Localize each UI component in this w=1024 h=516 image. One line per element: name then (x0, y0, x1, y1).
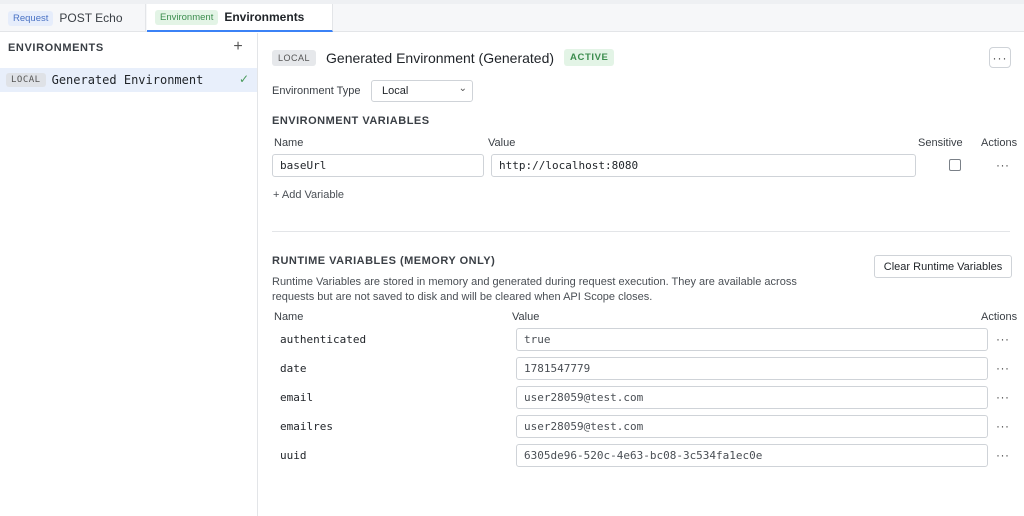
column-header-name: Name (274, 137, 304, 149)
environment-editor: LOCAL Generated Environment (Generated) … (259, 33, 1024, 516)
local-badge: LOCAL (272, 49, 317, 66)
runtime-variable-value: 1781547779 (516, 357, 988, 380)
add-environment-icon[interactable]: + (230, 38, 246, 56)
environment-variables-title: ENVIRONMENT VARIABLES (272, 115, 430, 127)
runtime-description: Runtime Variables are stored in memory a… (272, 276, 797, 303)
row-actions-icon[interactable]: ··· (996, 448, 1010, 462)
tab-environments[interactable]: Environment Environments (147, 4, 333, 32)
tab-label: POST Echo (59, 11, 123, 25)
sidebar-header: ENVIRONMENTS (8, 42, 104, 54)
environment-name: Generated Environment (51, 73, 204, 87)
column-header-value: Value (512, 311, 540, 323)
sidebar: ENVIRONMENTS + LOCAL Generated Environme… (0, 33, 258, 516)
runtime-variable-name: emailres (280, 420, 333, 433)
runtime-variable-name: authenticated (280, 333, 367, 346)
runtime-variable-name: date (280, 362, 307, 375)
column-header-actions: Actions (981, 311, 1018, 323)
runtime-variable-value: true (516, 328, 988, 351)
environment-badge: Environment (155, 9, 219, 25)
local-badge: LOCAL (6, 73, 46, 87)
more-options-button[interactable]: ··· (989, 47, 1011, 68)
runtime-variables-title: RUNTIME VARIABLES (MEMORY ONLY) (272, 255, 496, 267)
environment-type-label: Environment Type (272, 85, 361, 97)
row-actions-icon[interactable]: ··· (996, 332, 1010, 346)
variable-name-input[interactable]: baseUrl (272, 154, 484, 177)
title-row: LOCAL Generated Environment (Generated) … (272, 49, 615, 66)
check-icon: ✓ (238, 72, 249, 86)
chevron-down-icon: ⌄ (458, 83, 467, 94)
environment-type-value: Local (382, 85, 409, 97)
variable-value-input[interactable]: http://localhost:8080 (491, 154, 916, 177)
tab-post-echo[interactable]: Request POST Echo (0, 4, 146, 32)
runtime-variable-value: user28059@test.com (516, 415, 988, 438)
column-header-value: Value (488, 137, 516, 149)
column-header-actions: Actions (981, 137, 1018, 149)
sensitive-checkbox[interactable] (949, 159, 961, 171)
environment-type-select[interactable]: Local ⌄ (371, 80, 473, 102)
status-badge: ACTIVE (564, 49, 615, 66)
row-actions-icon[interactable]: ··· (996, 390, 1010, 404)
page-title: Generated Environment (Generated) (326, 49, 555, 66)
request-badge: Request (8, 10, 54, 26)
row-actions-icon[interactable]: ··· (996, 419, 1010, 433)
column-header-name: Name (274, 311, 304, 323)
tab-label: Environments (224, 10, 305, 24)
sidebar-item-generated-environment[interactable]: LOCAL Generated Environment ✓ (0, 68, 257, 92)
column-header-sensitive: Sensitive (918, 137, 963, 149)
runtime-variable-value: user28059@test.com (516, 386, 988, 409)
row-actions-icon[interactable]: ··· (996, 361, 1010, 375)
divider (272, 231, 1010, 232)
runtime-variable-name: uuid (280, 449, 307, 462)
row-actions-icon[interactable]: ··· (996, 158, 1010, 172)
runtime-variable-name: email (280, 391, 314, 404)
tab-bar: Request POST Echo Environment Environmen… (0, 0, 1024, 32)
runtime-variable-value: 6305de96-520c-4e63-bc08-3c534fa1ec0e (516, 444, 988, 467)
add-variable-button[interactable]: + Add Variable (273, 189, 344, 201)
clear-runtime-variables-button[interactable]: Clear Runtime Variables (874, 255, 1012, 278)
